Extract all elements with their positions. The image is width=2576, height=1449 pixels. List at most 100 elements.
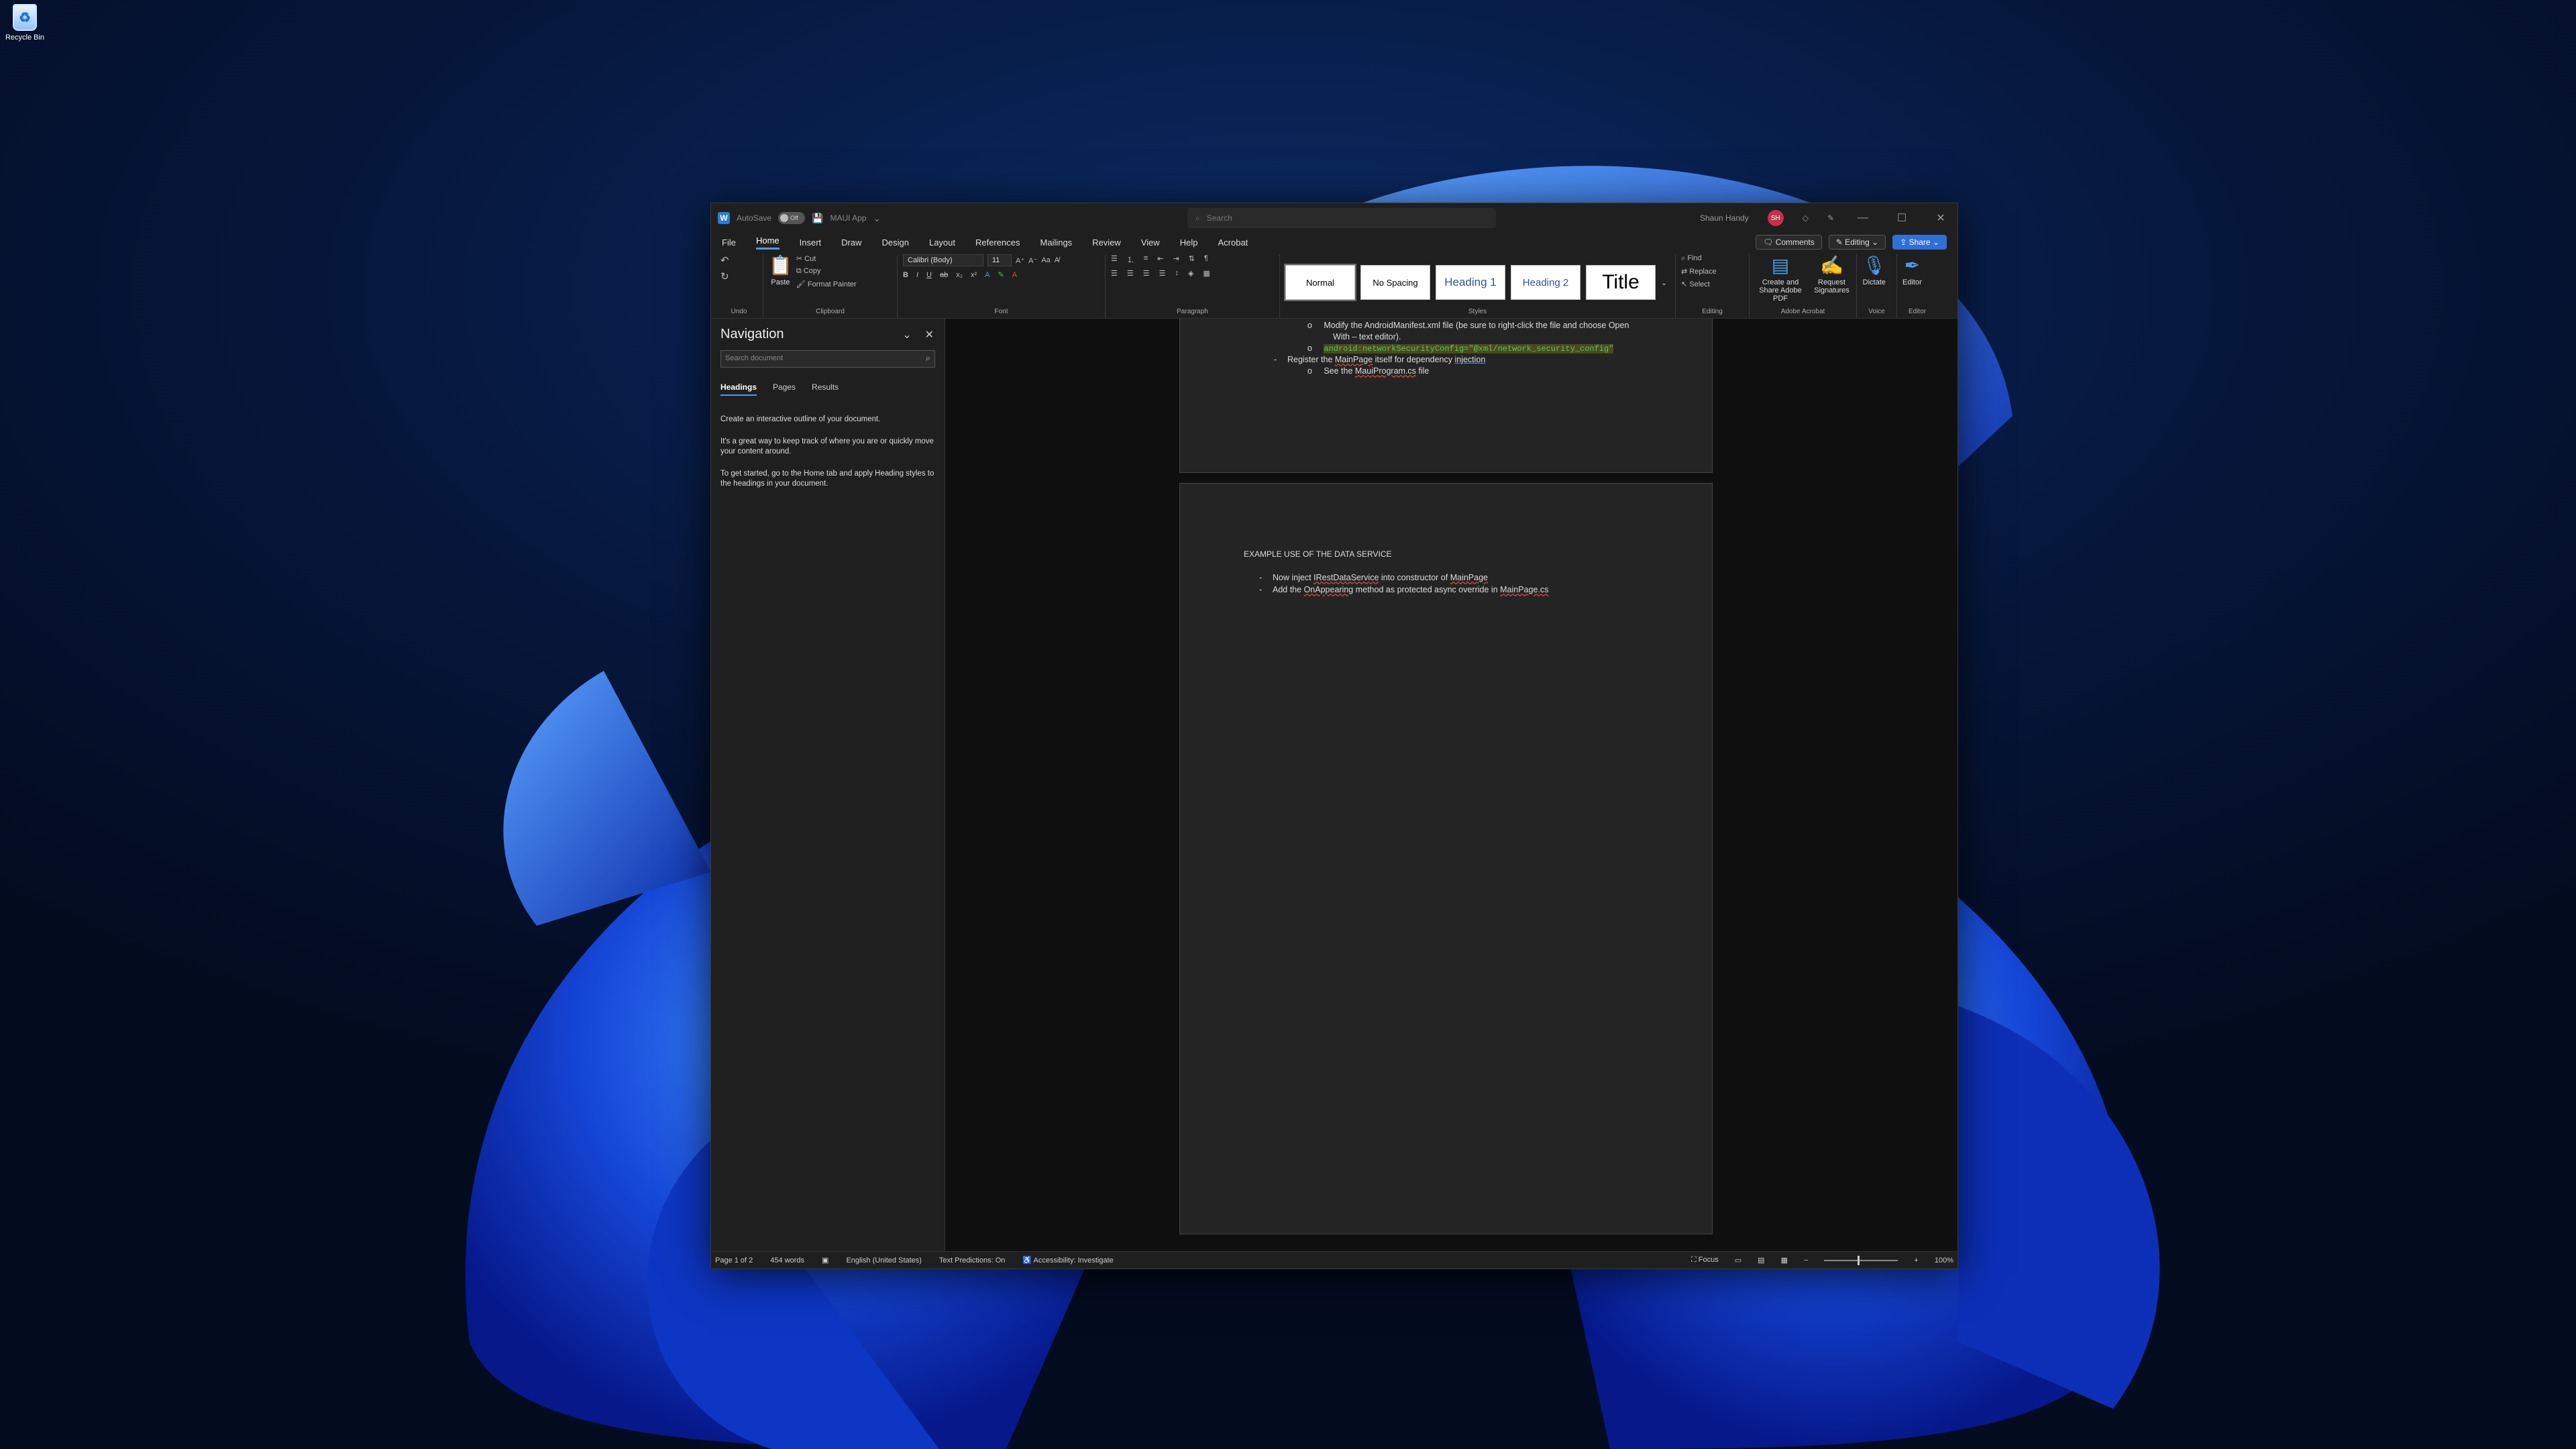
- highlight-icon[interactable]: ✎: [998, 270, 1004, 279]
- format-painter-button[interactable]: 🖌 Format Painter: [796, 280, 857, 288]
- numbering-icon[interactable]: ⒈: [1127, 254, 1134, 265]
- tab-review[interactable]: Review: [1092, 237, 1121, 248]
- web-layout-icon[interactable]: ▦: [1781, 1256, 1788, 1265]
- zoom-level[interactable]: 100%: [1935, 1256, 1953, 1265]
- bullets-icon[interactable]: ☰: [1111, 254, 1118, 265]
- minimize-button[interactable]: —: [1853, 212, 1873, 224]
- styles-scroll-icon[interactable]: ⌄: [1661, 278, 1667, 287]
- comments-button[interactable]: 🗨 Comments: [1756, 235, 1822, 250]
- search-icon[interactable]: ⌕: [926, 353, 930, 364]
- chevron-down-icon[interactable]: ⌄: [873, 213, 881, 224]
- share-button[interactable]: ⇪ Share ⌄: [1892, 235, 1947, 250]
- shading-icon[interactable]: ◈: [1188, 269, 1193, 278]
- decrease-indent-icon[interactable]: ⇤: [1157, 254, 1163, 265]
- change-case-icon[interactable]: Aa: [1041, 256, 1050, 264]
- accessibility-status[interactable]: ♿ Accessibility: Investigate: [1022, 1256, 1113, 1265]
- maximize-button[interactable]: ☐: [1892, 211, 1912, 225]
- proofing-icon[interactable]: ▣: [822, 1256, 828, 1265]
- paste-label: Paste: [771, 278, 790, 286]
- italic-icon[interactable]: I: [916, 271, 918, 279]
- close-button[interactable]: ✕: [1931, 211, 1951, 225]
- align-center-icon[interactable]: ☰: [1127, 269, 1134, 278]
- page-count[interactable]: Page 1 of 2: [715, 1256, 753, 1265]
- tab-acrobat[interactable]: Acrobat: [1218, 237, 1248, 248]
- tab-mailings[interactable]: Mailings: [1040, 237, 1073, 248]
- save-icon[interactable]: 💾: [812, 213, 823, 224]
- select-button[interactable]: ↖ Select: [1681, 280, 1717, 288]
- redo-icon[interactable]: ↻: [720, 270, 729, 282]
- request-signatures-button[interactable]: ✍ Request Signatures: [1813, 254, 1851, 294]
- style-title[interactable]: Title: [1586, 265, 1656, 300]
- bold-icon[interactable]: B: [903, 271, 908, 279]
- tab-home[interactable]: Home: [755, 235, 780, 250]
- style-heading-2[interactable]: Heading 2: [1511, 265, 1580, 300]
- find-button[interactable]: ⌕ Find: [1681, 254, 1717, 263]
- line-spacing-icon[interactable]: ↕: [1175, 269, 1179, 278]
- editor-button[interactable]: ✒ Editor: [1902, 254, 1922, 286]
- cut-button[interactable]: ✂ Cut: [796, 254, 857, 263]
- recycle-bin-icon[interactable]: ♻ Recycle Bin: [4, 4, 46, 42]
- style-normal[interactable]: Normal: [1284, 264, 1356, 301]
- language-status[interactable]: English (United States): [846, 1256, 922, 1265]
- align-right-icon[interactable]: ☰: [1143, 269, 1150, 278]
- pen-icon[interactable]: ✎: [1827, 213, 1834, 223]
- copy-button[interactable]: ⧉ Copy: [796, 267, 857, 276]
- font-size-dropdown[interactable]: 11: [987, 254, 1012, 266]
- word-count[interactable]: 454 words: [770, 1256, 804, 1265]
- sort-icon[interactable]: ⇅: [1189, 254, 1195, 265]
- text-predictions-status[interactable]: Text Predictions: On: [939, 1256, 1005, 1265]
- tab-draw[interactable]: Draw: [841, 237, 861, 248]
- tab-design[interactable]: Design: [882, 237, 909, 248]
- tab-headings[interactable]: Headings: [720, 382, 757, 396]
- autosave-toggle[interactable]: Off: [778, 212, 806, 224]
- create-share-pdf-button[interactable]: ▤ Create and Share Adobe PDF: [1755, 254, 1806, 303]
- tab-view[interactable]: View: [1141, 237, 1160, 248]
- style-heading-1[interactable]: Heading 1: [1436, 265, 1505, 300]
- nav-search-input[interactable]: Search document ⌕: [720, 350, 935, 368]
- shrink-font-icon[interactable]: A⁻: [1028, 256, 1037, 265]
- zoom-out-icon[interactable]: −: [1804, 1256, 1808, 1265]
- editing-mode-button[interactable]: ✎ Editing ⌄: [1828, 235, 1886, 250]
- diamond-icon[interactable]: ◇: [1803, 213, 1809, 223]
- document-canvas[interactable]: o Modify the AndroidManifest.xml file (b…: [945, 319, 1957, 1251]
- print-layout-icon[interactable]: ▤: [1758, 1256, 1764, 1265]
- underline-icon[interactable]: U: [926, 271, 932, 279]
- justify-icon[interactable]: ☰: [1159, 269, 1166, 278]
- chevron-down-icon[interactable]: ⌄: [902, 328, 911, 341]
- read-mode-icon[interactable]: ▭: [1735, 1256, 1741, 1265]
- multilevel-list-icon[interactable]: ≡: [1144, 254, 1148, 265]
- tab-file[interactable]: File: [722, 237, 736, 248]
- tab-help[interactable]: Help: [1180, 237, 1198, 248]
- strikethrough-icon[interactable]: ab: [940, 271, 948, 279]
- increase-indent-icon[interactable]: ⇥: [1173, 254, 1179, 265]
- replace-button[interactable]: ⇄ Replace: [1681, 267, 1717, 276]
- dictate-button[interactable]: 🎙 Dictate: [1862, 254, 1886, 286]
- grow-font-icon[interactable]: A⁺: [1016, 256, 1024, 265]
- zoom-slider[interactable]: [1824, 1255, 1898, 1265]
- tab-insert[interactable]: Insert: [800, 237, 822, 248]
- pilcrow-icon[interactable]: ¶: [1204, 254, 1208, 265]
- font-color-icon[interactable]: A: [1012, 271, 1017, 279]
- tab-results[interactable]: Results: [812, 382, 839, 396]
- tab-layout[interactable]: Layout: [929, 237, 955, 248]
- clear-format-icon[interactable]: A̸: [1055, 256, 1059, 264]
- document-title[interactable]: MAUI App: [830, 213, 866, 223]
- page-2[interactable]: EXAMPLE USE OF THE DATA SERVICE - Now inj…: [1179, 483, 1713, 1234]
- search-box[interactable]: ⌕ Search: [1187, 208, 1496, 228]
- borders-icon[interactable]: ▦: [1203, 269, 1210, 278]
- undo-icon[interactable]: ↶: [720, 254, 729, 266]
- focus-button[interactable]: ⛶ Focus: [1691, 1256, 1719, 1265]
- tab-pages[interactable]: Pages: [773, 382, 796, 396]
- style-no-spacing[interactable]: No Spacing: [1360, 265, 1430, 300]
- font-name-dropdown[interactable]: Calibri (Body): [903, 254, 983, 266]
- paste-button[interactable]: 📋 Paste: [769, 254, 792, 286]
- subscript-icon[interactable]: x₂: [956, 271, 963, 279]
- tab-references[interactable]: References: [975, 237, 1020, 248]
- page-1[interactable]: o Modify the AndroidManifest.xml file (b…: [1179, 319, 1713, 473]
- avatar[interactable]: SH: [1767, 210, 1784, 226]
- zoom-in-icon[interactable]: +: [1914, 1256, 1918, 1265]
- superscript-icon[interactable]: x²: [971, 271, 977, 279]
- close-icon[interactable]: ✕: [925, 328, 934, 341]
- align-left-icon[interactable]: ☰: [1111, 269, 1118, 278]
- text-effects-icon[interactable]: A: [985, 271, 989, 279]
